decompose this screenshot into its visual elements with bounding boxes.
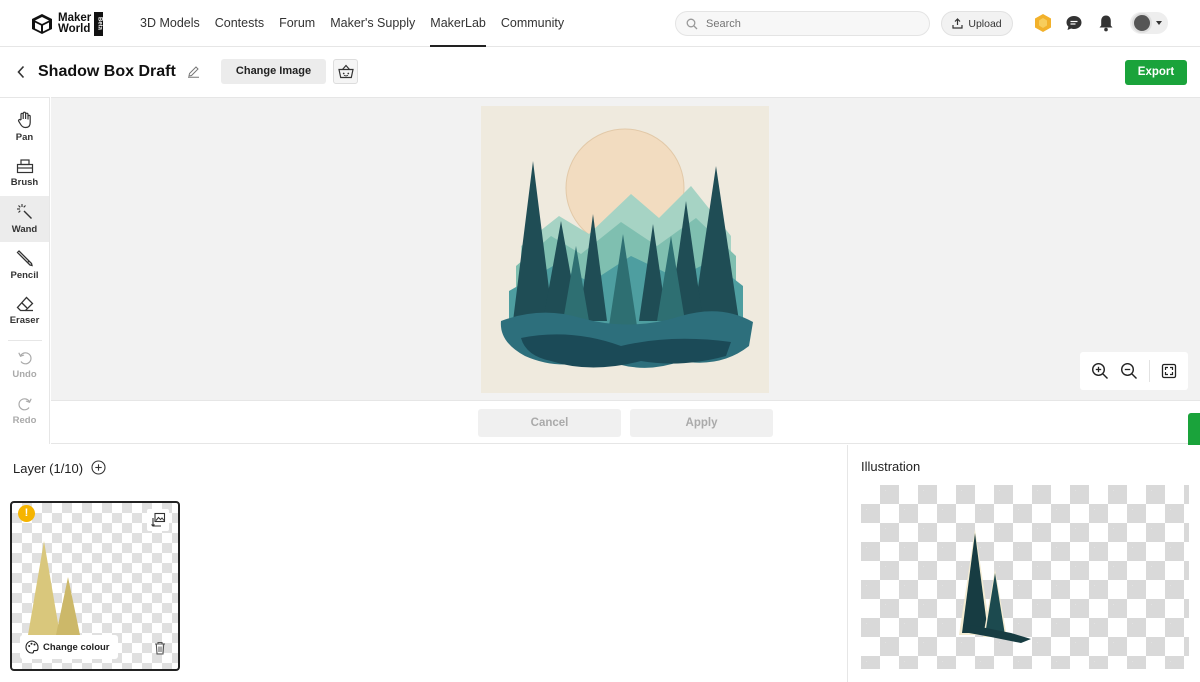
upload-button[interactable]: Upload [941,11,1013,36]
nav-makerlab[interactable]: MakerLab [430,0,486,47]
illustration-preview [861,485,1189,669]
search-bar[interactable] [675,11,930,36]
tool-undo-label: Undo [12,369,37,380]
upload-icon [952,18,963,29]
tool-wand-label: Wand [11,224,38,235]
bell-icon [1099,15,1113,32]
illustration-trees [959,529,1031,643]
main-nav: 3D Models Contests Forum Maker's Supply … [140,0,579,47]
illustration-panel: Illustration [847,445,1200,682]
top-navigation: Maker World Beta 3D Models Contests Foru… [0,0,1200,47]
redo-icon [17,398,32,411]
tool-pencil[interactable]: Pencil [0,242,49,288]
edit-pencil-icon[interactable] [187,65,200,78]
layers-panel: Layer (1/10) ! Change colour [0,445,847,682]
zoom-in-icon[interactable] [1091,362,1109,380]
chat-bubble-icon [1066,16,1082,30]
tool-pencil-label: Pencil [10,270,39,281]
palette-icon [25,640,39,654]
basket-icon [337,64,354,79]
user-menu[interactable] [1130,12,1168,34]
layer-card[interactable]: ! Change colour [10,501,180,671]
tool-sidebar: Pan Brush Wand Pencil Eraser Undo Redo [0,97,50,444]
layers-title: Layer (1/10) [13,461,84,476]
magic-wand-icon [16,204,32,219]
toolbar-divider [8,340,42,341]
canvas-action-bar: Cancel Apply [51,400,1200,444]
logo-cube-icon [32,14,52,34]
logo-line-2: World [58,23,91,35]
zoom-out-icon[interactable] [1120,362,1138,380]
tool-redo[interactable]: Redo [0,388,49,434]
zoom-controls [1080,352,1188,390]
change-colour-label: Change colour [43,641,110,653]
export-button[interactable]: Export [1125,60,1187,85]
zoom-divider [1148,360,1150,382]
change-colour-button[interactable]: Change colour [20,635,118,659]
upload-label: Upload [968,17,1002,30]
beta-badge: Beta [94,12,104,36]
points-badge-icon[interactable] [1033,13,1053,33]
back-arrow-icon[interactable] [16,65,26,79]
trash-icon[interactable] [154,641,166,655]
tool-pan-label: Pan [15,132,34,143]
avatar [1132,13,1152,33]
replace-image-button[interactable] [147,509,169,531]
tool-pan[interactable]: Pan [0,104,49,150]
tool-eraser[interactable]: Eraser [0,288,49,334]
eraser-icon [16,296,33,312]
artwork-image[interactable] [481,106,769,393]
nav-makers-supply[interactable]: Maker's Supply [330,0,415,47]
tool-wand[interactable]: Wand [0,196,49,242]
search-input[interactable] [706,17,906,30]
change-image-button[interactable]: Change Image [221,59,326,84]
nav-contests[interactable]: Contests [215,0,264,47]
logo-wordmark: Maker World [58,12,91,35]
apply-button[interactable]: Apply [630,409,773,437]
replace-image-icon [151,512,166,527]
nav-community[interactable]: Community [501,0,564,47]
hand-icon [17,111,31,129]
chevron-down-icon [1156,21,1162,25]
fit-screen-icon[interactable] [1161,363,1177,379]
messages-icon[interactable] [1064,13,1084,33]
editor-header: Shadow Box Draft Change Image Export [0,47,1200,97]
add-layer-icon[interactable] [91,460,106,475]
layer-thumbnail-trees [28,541,80,635]
cancel-button[interactable]: Cancel [478,409,621,437]
illustration-title: Illustration [861,459,921,474]
tool-undo[interactable]: Undo [0,342,49,388]
search-icon [686,18,698,29]
tool-brush-label: Brush [10,177,39,188]
project-title: Shadow Box Draft [38,63,176,80]
makerworld-logo[interactable]: Maker World Beta [31,11,104,37]
tool-redo-label: Redo [12,415,37,426]
undo-icon [17,352,32,365]
hexagon-coin-icon [1035,14,1051,32]
nav-3d-models[interactable]: 3D Models [140,0,200,47]
basket-button[interactable] [333,59,358,84]
warning-icon: ! [18,505,35,522]
nav-forum[interactable]: Forum [279,0,315,47]
brush-icon [16,159,33,174]
tool-eraser-label: Eraser [9,315,40,326]
notifications-icon[interactable] [1096,13,1116,33]
canvas-area[interactable] [51,97,1200,400]
pencil-icon [16,250,33,267]
tool-brush[interactable]: Brush [0,150,49,196]
